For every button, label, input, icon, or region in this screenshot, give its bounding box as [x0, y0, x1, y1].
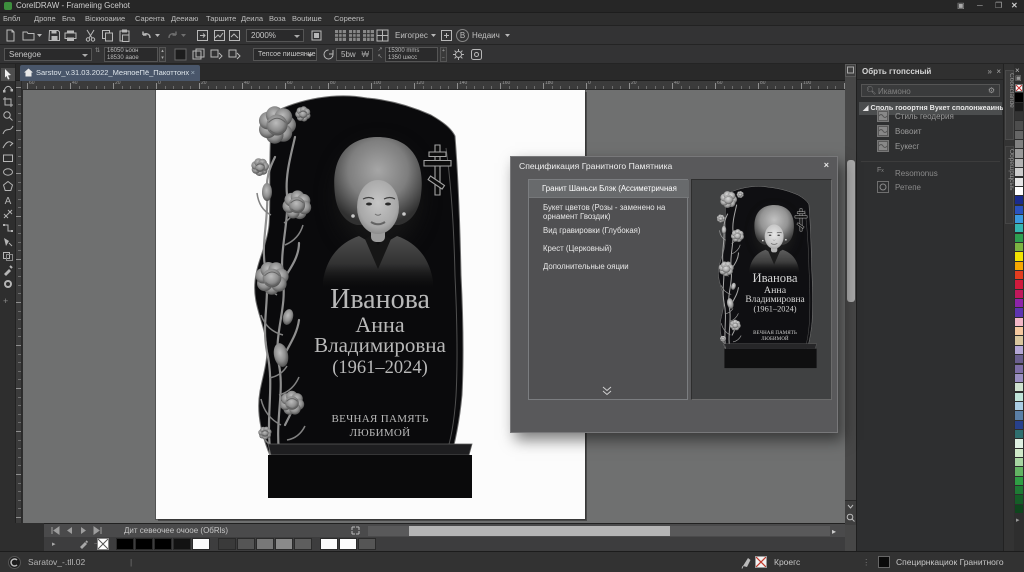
svg-text:(1961–2024): (1961–2024) [332, 358, 428, 378]
svg-text:Владимировна: Владимировна [314, 333, 446, 357]
svg-text:Иванова: Иванова [330, 284, 430, 315]
svg-text:A: A [5, 196, 12, 206]
svg-text:ВЕЧНАЯ ПАМЯТЬ: ВЕЧНАЯ ПАМЯТЬ [331, 413, 428, 425]
svg-text:ЛЮБИМОЙ: ЛЮБИМОЙ [350, 427, 411, 439]
